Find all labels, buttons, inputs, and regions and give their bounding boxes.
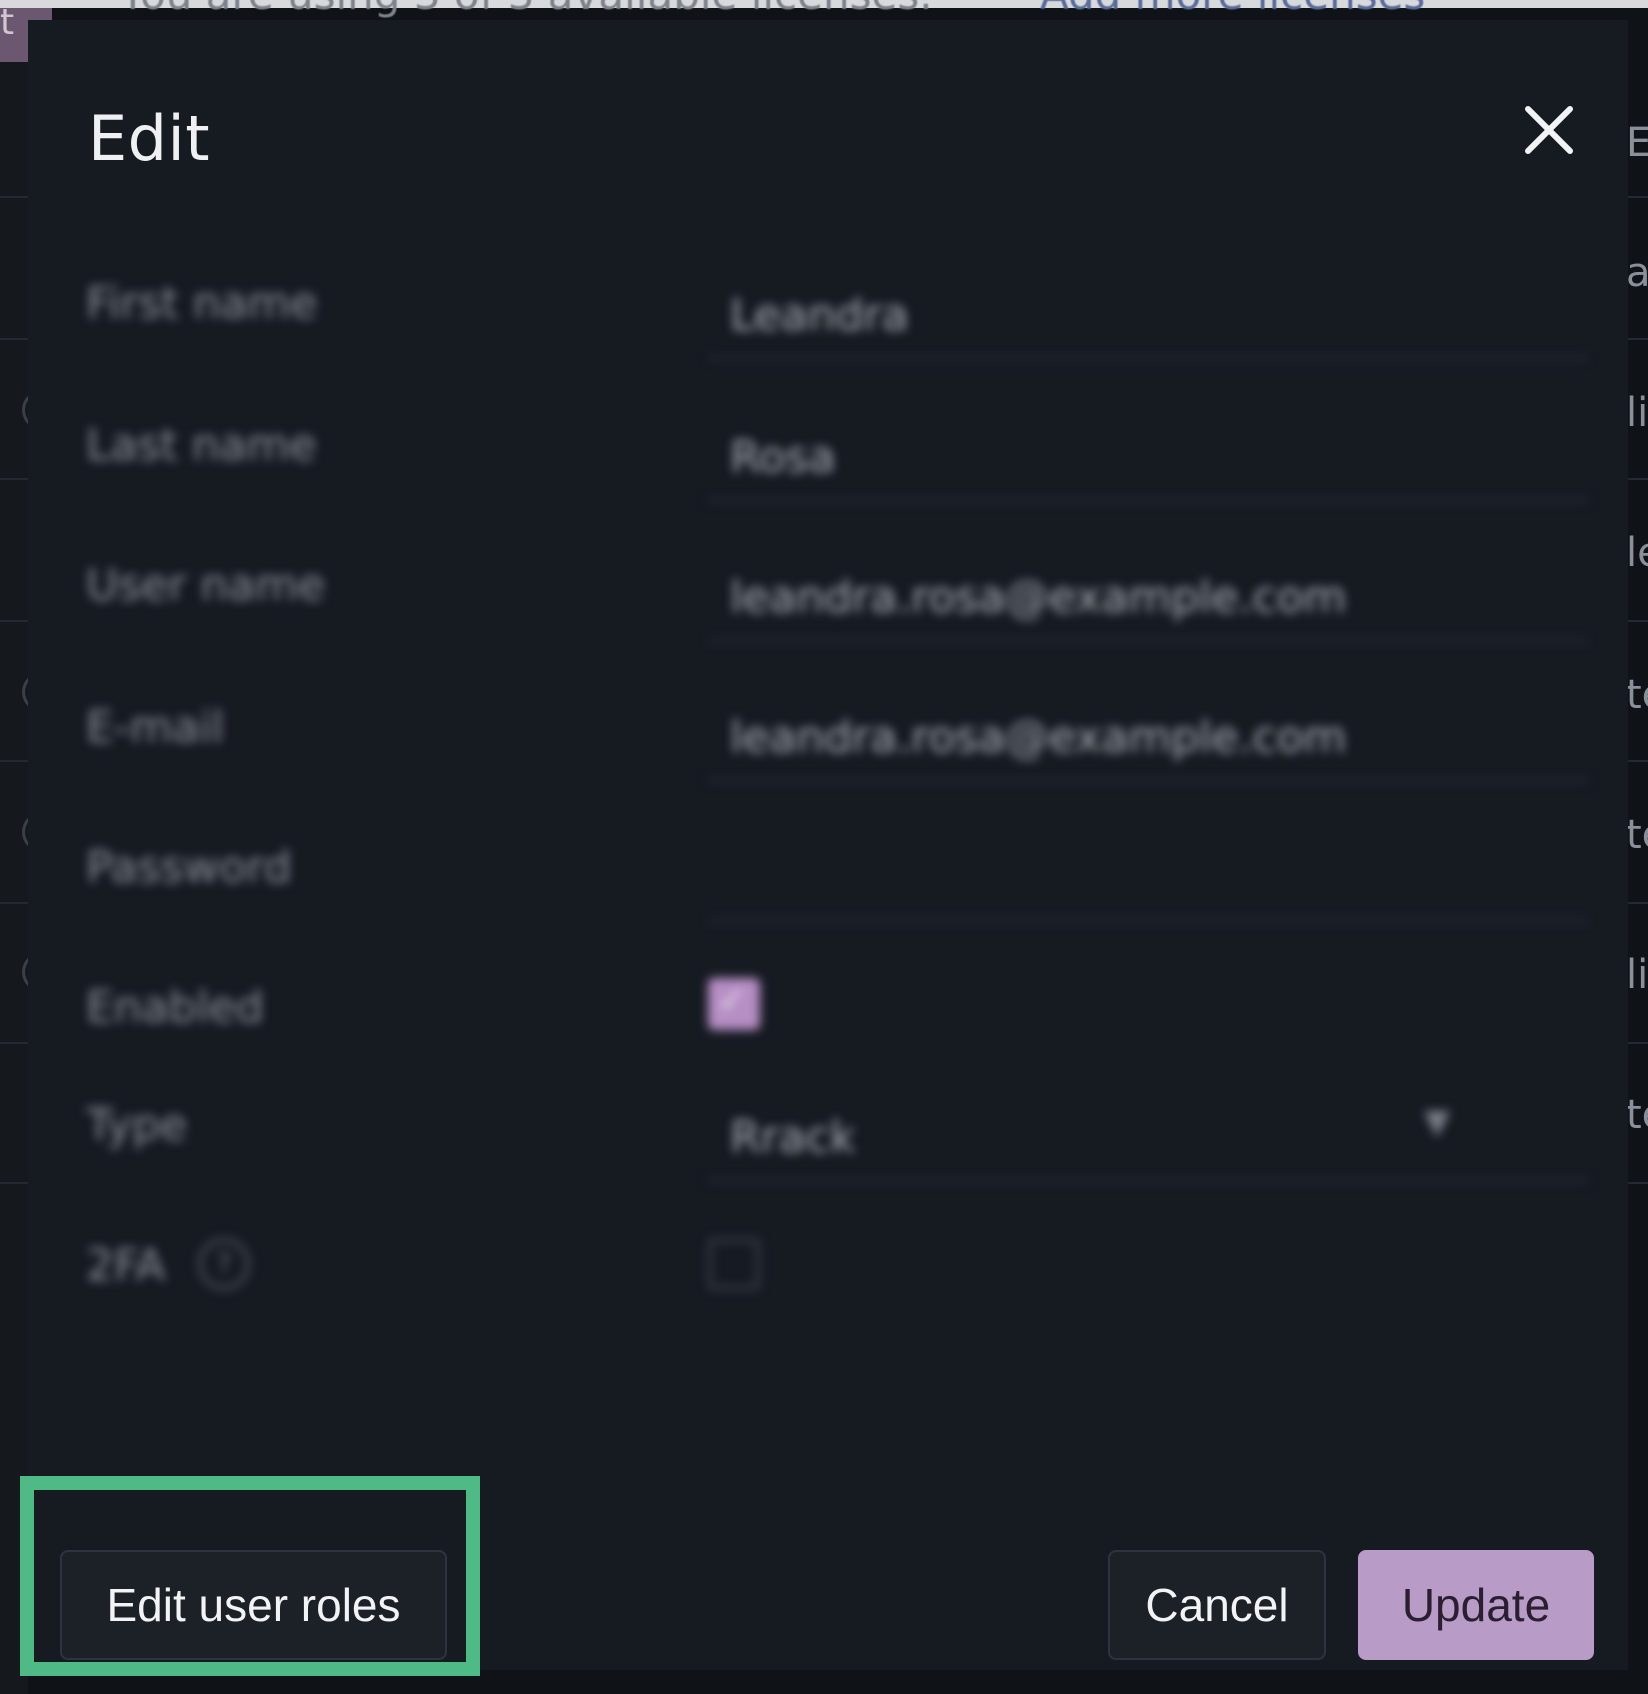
background-cell-text: le xyxy=(1626,530,1648,576)
first-name-label: First name xyxy=(86,278,318,329)
check-icon: ✓ xyxy=(717,980,748,1021)
chevron-down-icon: ▼ xyxy=(1424,1102,1451,1142)
license-banner-text: You are using 3 of 3 available licenses. xyxy=(120,0,933,19)
add-licenses-link[interactable]: Add more licenses xyxy=(1040,0,1425,19)
screen: You are using 3 of 3 available licenses.… xyxy=(0,0,1648,1694)
license-banner: You are using 3 of 3 available licenses.… xyxy=(0,0,1648,19)
type-select[interactable]: Rrack ▼ xyxy=(708,1082,1588,1182)
background-tab-char: t xyxy=(0,2,15,43)
two-fa-checkbox[interactable] xyxy=(708,1238,760,1290)
user-name-label: User name xyxy=(86,560,326,611)
background-cell-text: E xyxy=(1626,120,1648,166)
edit-user-dialog: Edit First name Leandra Last name Rosa U… xyxy=(28,20,1628,1670)
edit-user-roles-button[interactable]: Edit user roles xyxy=(60,1550,447,1660)
background-cell-text: te xyxy=(1626,812,1648,858)
user-form: First name Leandra Last name Rosa User n… xyxy=(28,20,1628,1470)
background-cell-text: te xyxy=(1626,1092,1648,1138)
password-field[interactable] xyxy=(708,822,1588,922)
cancel-button[interactable]: Cancel xyxy=(1108,1550,1326,1660)
type-value: Rrack xyxy=(730,1112,856,1163)
email-label: E-mail xyxy=(86,702,224,753)
email-value: leandra.rosa@example.com xyxy=(730,712,1347,763)
user-name-value: leandra.rosa@example.com xyxy=(730,572,1347,623)
type-label: Type xyxy=(86,1100,188,1151)
enabled-checkbox[interactable]: ✓ xyxy=(708,978,760,1030)
background-cell-text: li xyxy=(1626,390,1648,436)
last-name-value: Rosa xyxy=(730,432,836,483)
password-label: Password xyxy=(86,842,292,893)
two-fa-label: 2FA xyxy=(86,1240,166,1291)
update-button[interactable]: Update xyxy=(1358,1550,1594,1660)
background-cell-text: te xyxy=(1626,672,1648,718)
email-field[interactable]: leandra.rosa@example.com xyxy=(708,682,1588,782)
background-cell-text: a xyxy=(1626,250,1648,296)
background-table-edge xyxy=(0,62,28,1694)
first-name-field[interactable]: Leandra xyxy=(708,260,1588,360)
last-name-label: Last name xyxy=(86,420,317,471)
background-cell-text: li xyxy=(1626,952,1648,998)
first-name-value: Leandra xyxy=(730,290,909,341)
help-icon[interactable]: ? xyxy=(198,1238,250,1290)
user-name-field[interactable]: leandra.rosa@example.com xyxy=(708,542,1588,642)
last-name-field[interactable]: Rosa xyxy=(708,402,1588,502)
enabled-label: Enabled xyxy=(86,982,264,1033)
